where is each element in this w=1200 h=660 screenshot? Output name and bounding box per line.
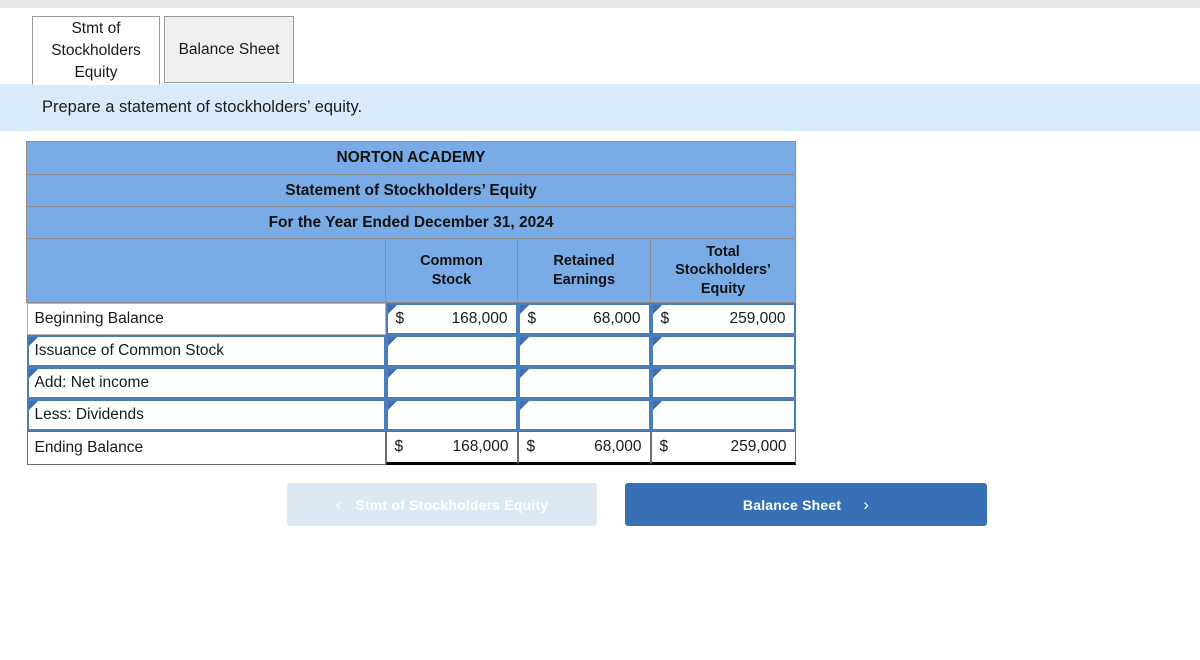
amount: 68,000 — [594, 438, 642, 455]
row-cell-total-equity[interactable] — [650, 367, 796, 399]
instruction-banner: Prepare a statement of stockholders’ equ… — [0, 84, 1200, 131]
column-header-line-3: Equity — [700, 280, 746, 297]
column-header-line-2: Stockholders’ — [675, 262, 771, 279]
prev-stmt-of-stockholders-equity-button[interactable]: ‹ Stmt of Stockholders Equity — [287, 483, 597, 526]
column-header-line-1: Retained — [553, 252, 615, 269]
chevron-left-icon: ‹ — [335, 495, 342, 514]
input-dividends-common-stock[interactable] — [385, 399, 518, 431]
input-net-income-total-equity[interactable] — [650, 367, 796, 399]
statement-title-row: Statement of Stockholders’ Equity — [25, 174, 797, 207]
input-net-income-common-stock[interactable] — [385, 367, 518, 399]
total-ending-balance-total-equity: $ 259,000 — [650, 431, 796, 465]
input-dividends-total-equity[interactable] — [650, 399, 796, 431]
row-cell-common-stock: $ 168,000 — [385, 431, 518, 465]
money-value: $ 168,000 — [388, 310, 516, 328]
column-header-row: Common Stock Retained Earnings Total Sto… — [26, 238, 797, 303]
column-header-line-1: Total — [706, 243, 740, 260]
table-row: Issuance of Common Stock — [26, 335, 796, 367]
money-value: $ 68,000 — [520, 310, 649, 328]
row-label-beginning-balance: Beginning Balance — [26, 303, 386, 335]
row-label-cell: Ending Balance — [26, 431, 386, 465]
input-beginning-balance-total-equity[interactable]: $ 259,000 — [650, 303, 796, 335]
currency-symbol: $ — [659, 438, 669, 455]
prev-button-label: Stmt of Stockholders Equity — [355, 496, 549, 513]
tab-stmt-of-stockholders-equity[interactable]: Stmt of Stockholders Equity — [32, 16, 160, 85]
input-issuance-total-equity[interactable] — [650, 335, 796, 367]
row-label-cell[interactable]: Issuance of Common Stock — [26, 335, 386, 367]
currency-symbol: $ — [394, 438, 404, 455]
tab-bar: Stmt of Stockholders Equity Balance Shee… — [0, 8, 1200, 85]
column-header-line-2: Earnings — [552, 271, 616, 288]
row-cell-total-equity[interactable] — [650, 335, 796, 367]
column-header-total-stockholders-equity: Total Stockholders’ Equity — [649, 238, 797, 303]
statement-of-stockholders-equity-table: NORTON ACADEMY Statement of Stockholders… — [25, 141, 797, 465]
next-button-label: Balance Sheet — [742, 496, 842, 513]
money-value: $ 68,000 — [519, 438, 650, 456]
chevron-right-icon: › — [863, 495, 870, 514]
total-ending-balance-common-stock: $ 168,000 — [385, 431, 518, 465]
row-cell-common-stock[interactable] — [385, 367, 518, 399]
row-label-cell[interactable]: Add: Net income — [26, 367, 386, 399]
column-header-line-2: Stock — [431, 271, 472, 288]
company-name-row: NORTON ACADEMY — [25, 141, 797, 175]
exercise-page: Stmt of Stockholders Equity Balance Shee… — [0, 0, 1200, 660]
amount: 68,000 — [593, 310, 641, 327]
amount: 168,000 — [452, 438, 509, 455]
tab-balance-sheet[interactable]: Balance Sheet — [164, 16, 294, 83]
statement-table-container: NORTON ACADEMY Statement of Stockholders… — [25, 141, 797, 465]
next-balance-sheet-button[interactable]: Balance Sheet › — [625, 483, 987, 526]
money-value: $ 259,000 — [653, 310, 794, 328]
table-row: Beginning Balance $ 168,000 $ 68,000 $ 2… — [26, 303, 796, 335]
window-top-strip — [0, 0, 1200, 8]
row-cell-common-stock[interactable] — [385, 399, 518, 431]
table-row: Less: Dividends — [26, 399, 796, 431]
input-issuance-retained-earnings[interactable] — [517, 335, 651, 367]
column-header-line-1: Common — [420, 252, 483, 269]
input-row-label-issuance-of-common-stock[interactable]: Issuance of Common Stock — [26, 335, 386, 367]
column-header-blank — [26, 238, 386, 303]
row-cell-retained-earnings: $ 68,000 — [517, 431, 651, 465]
currency-symbol: $ — [526, 438, 536, 455]
row-cell-total-equity: $ 259,000 — [650, 431, 796, 465]
instruction-text: Prepare a statement of stockholders’ equ… — [42, 98, 363, 116]
column-header-retained-earnings: Retained Earnings — [517, 238, 651, 303]
amount: 168,000 — [451, 310, 508, 327]
row-cell-retained-earnings[interactable]: $ 68,000 — [517, 303, 651, 335]
row-cell-common-stock[interactable] — [385, 335, 518, 367]
row-cell-retained-earnings[interactable] — [517, 399, 651, 431]
row-label-cell[interactable]: Less: Dividends — [26, 399, 386, 431]
amount: 259,000 — [730, 438, 787, 455]
input-net-income-retained-earnings[interactable] — [517, 367, 651, 399]
currency-symbol: $ — [527, 310, 537, 327]
currency-symbol: $ — [395, 310, 405, 327]
input-row-label-less-dividends[interactable]: Less: Dividends — [26, 399, 386, 431]
amount: 259,000 — [729, 310, 786, 327]
row-cell-total-equity[interactable] — [650, 399, 796, 431]
row-label-ending-balance: Ending Balance — [26, 431, 386, 465]
table-row: Add: Net income — [26, 367, 796, 399]
company-name: NORTON ACADEMY — [25, 141, 797, 175]
money-value: $ 168,000 — [387, 438, 517, 456]
input-issuance-common-stock[interactable] — [385, 335, 518, 367]
input-beginning-balance-common-stock[interactable]: $ 168,000 — [385, 303, 518, 335]
input-dividends-retained-earnings[interactable] — [517, 399, 651, 431]
row-cell-retained-earnings[interactable] — [517, 335, 651, 367]
input-beginning-balance-retained-earnings[interactable]: $ 68,000 — [517, 303, 651, 335]
statement-period: For the Year Ended December 31, 2024 — [25, 206, 797, 239]
currency-symbol: $ — [660, 310, 670, 327]
input-row-label-add-net-income[interactable]: Add: Net income — [26, 367, 386, 399]
money-value: $ 259,000 — [652, 438, 795, 456]
row-cell-retained-earnings[interactable] — [517, 367, 651, 399]
table-row-total: Ending Balance $ 168,000 $ 68,000 $ 259,… — [26, 431, 796, 465]
tab-label: Stmt of Stockholders Equity — [51, 19, 141, 81]
row-cell-common-stock[interactable]: $ 168,000 — [385, 303, 518, 335]
row-label-cell: Beginning Balance — [26, 303, 386, 335]
statement-period-row: For the Year Ended December 31, 2024 — [25, 206, 797, 239]
total-ending-balance-retained-earnings: $ 68,000 — [517, 431, 651, 465]
statement-title: Statement of Stockholders’ Equity — [25, 174, 797, 207]
tab-label: Balance Sheet — [178, 40, 280, 58]
pagination-nav: ‹ Stmt of Stockholders Equity Balance Sh… — [287, 483, 987, 526]
row-cell-total-equity[interactable]: $ 259,000 — [650, 303, 796, 335]
column-header-common-stock: Common Stock — [385, 238, 518, 303]
